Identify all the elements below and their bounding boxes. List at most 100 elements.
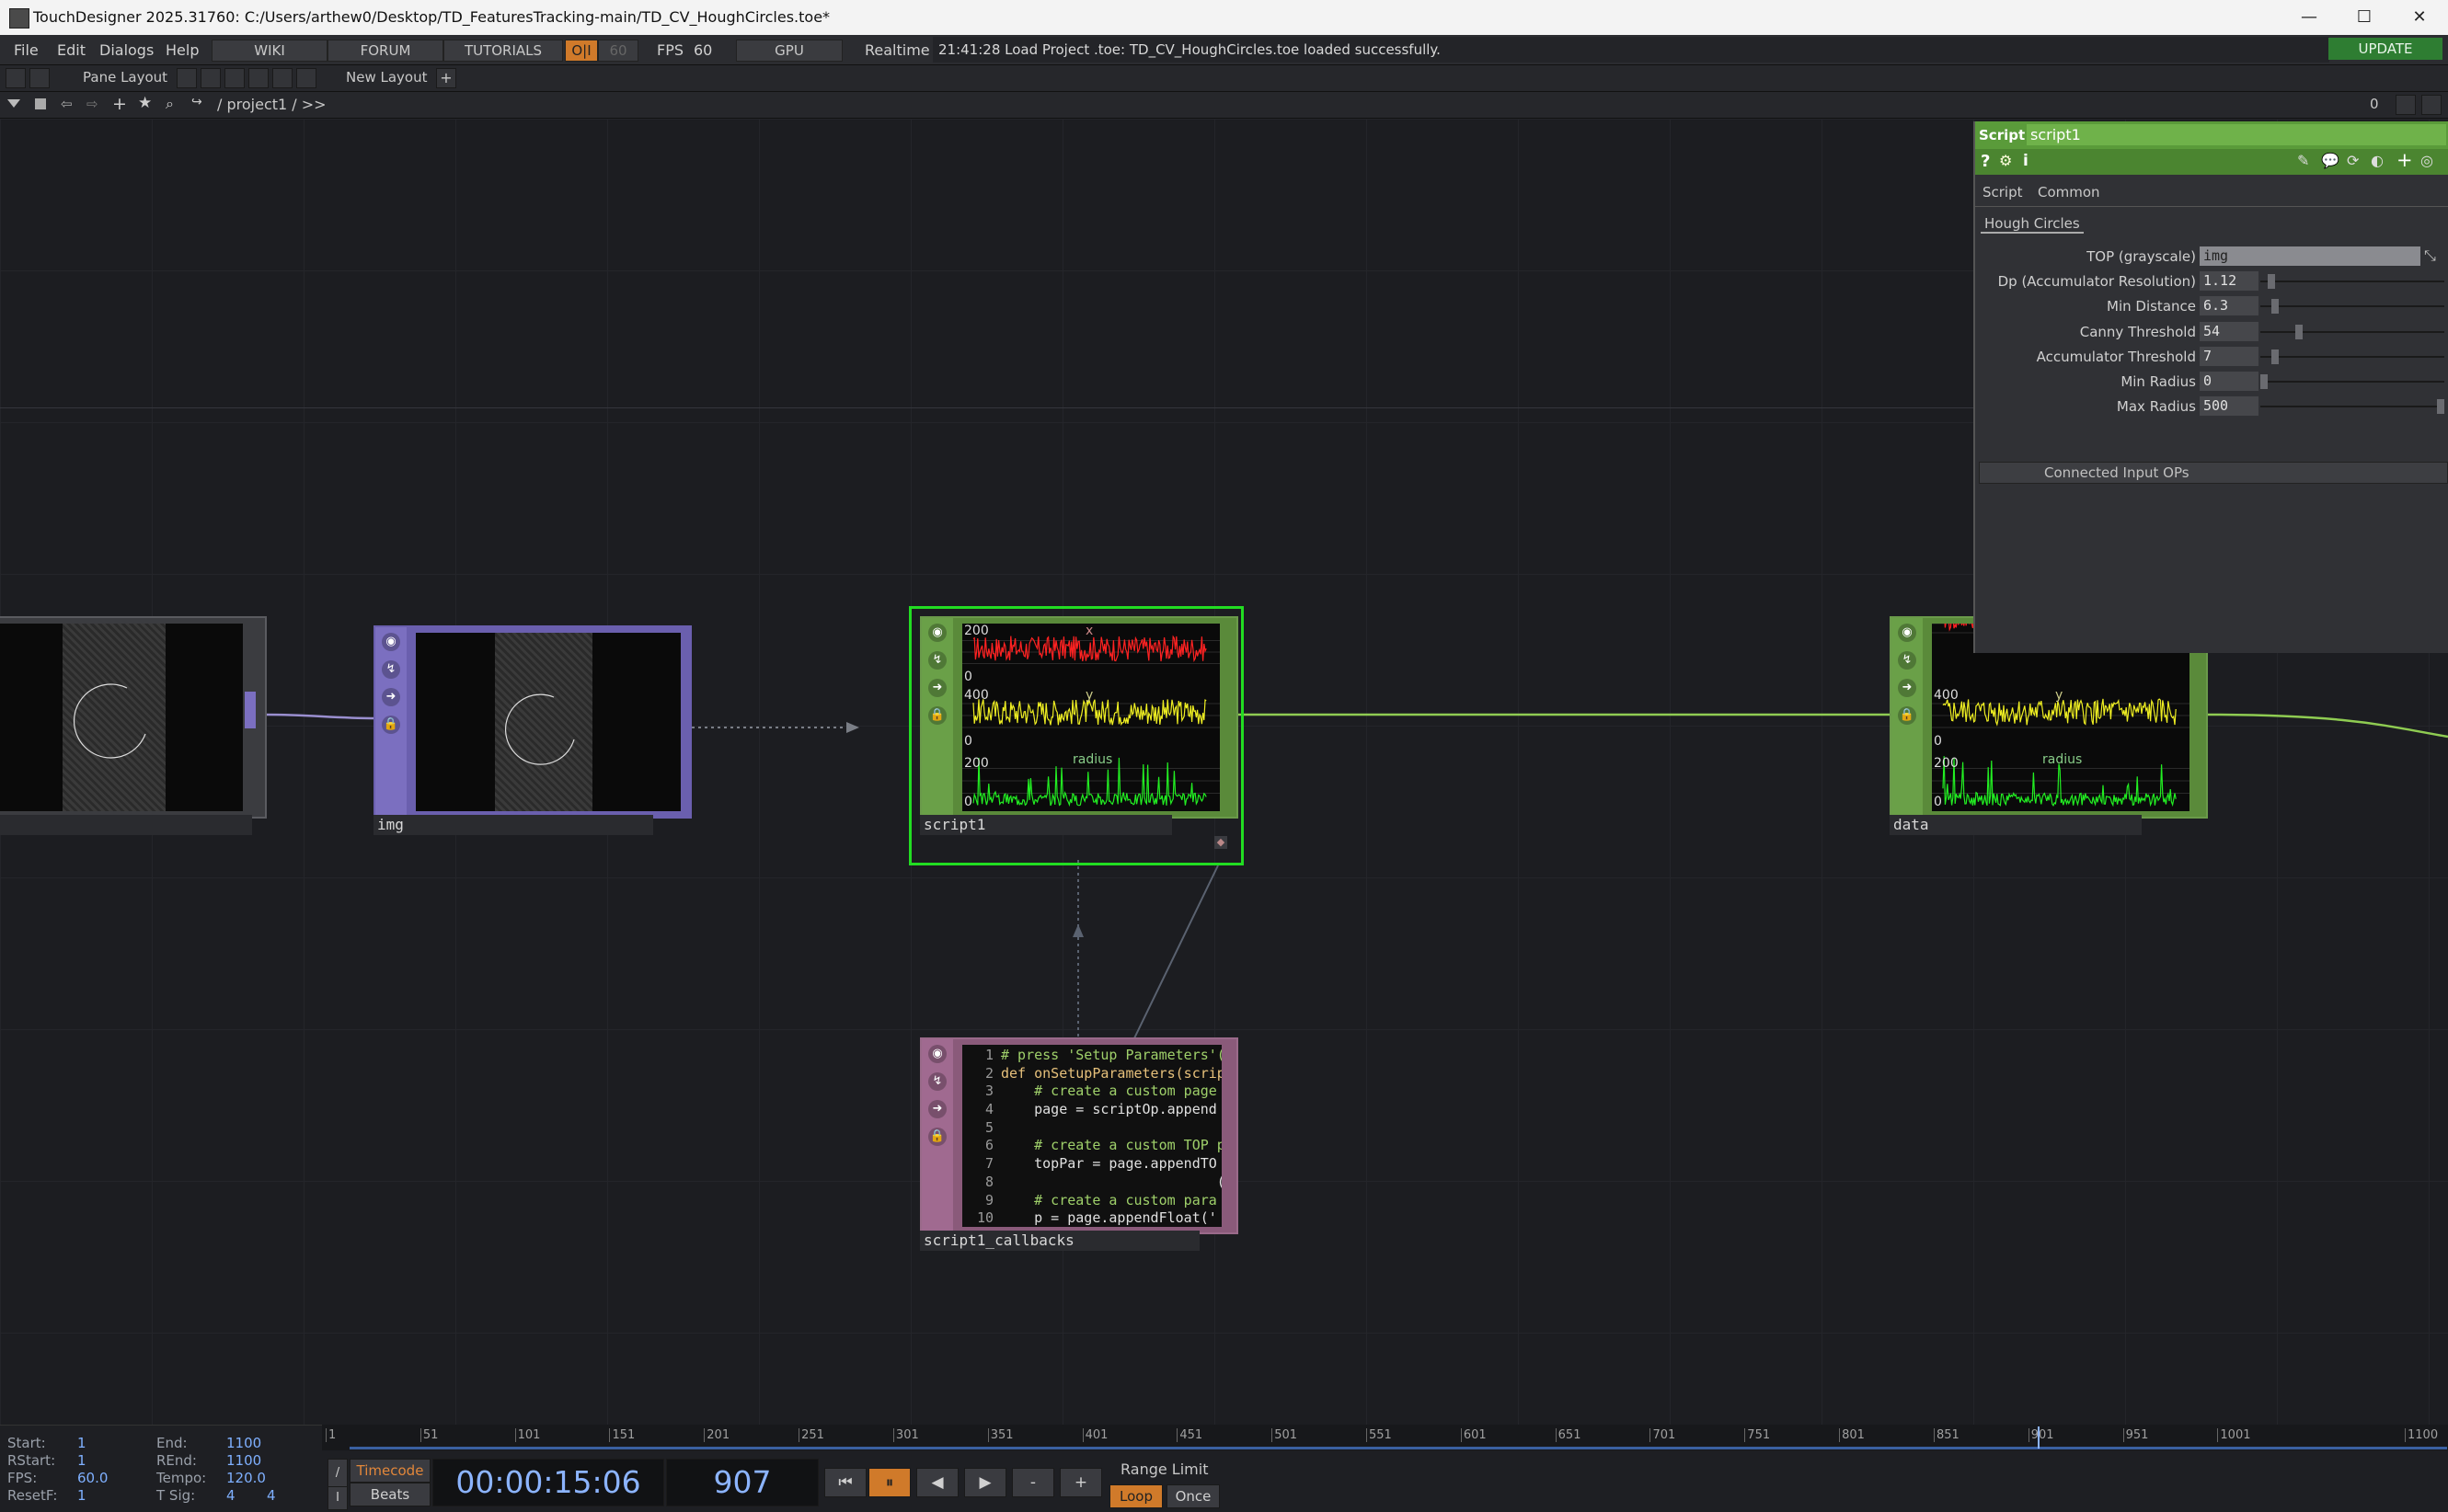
- menu-file[interactable]: File: [14, 41, 39, 59]
- param-value-field[interactable]: 500: [2200, 396, 2258, 417]
- script1-flag-icon[interactable]: ◆: [1214, 836, 1227, 849]
- refresh-icon[interactable]: ⟳: [2347, 152, 2359, 169]
- minimize-button[interactable]: —: [2281, 4, 2337, 31]
- menu-help[interactable]: Help: [166, 41, 199, 59]
- param-slider-knob[interactable]: [2437, 399, 2444, 415]
- fps-stat-value[interactable]: 60.0: [77, 1470, 108, 1486]
- param-slider[interactable]: [2260, 406, 2444, 408]
- lock-icon[interactable]: 🔒: [928, 1128, 947, 1146]
- menu-edit[interactable]: Edit: [57, 41, 86, 59]
- data-node-label[interactable]: data: [1890, 815, 2142, 835]
- param-slider-knob[interactable]: [2260, 374, 2268, 389]
- img-top-node[interactable]: ◉ ↯ ➜ 🔒: [374, 625, 692, 819]
- update-button[interactable]: UPDATE: [2328, 38, 2442, 60]
- help-icon[interactable]: ?: [1981, 152, 1990, 171]
- edit-icon[interactable]: ✎: [2297, 152, 2309, 169]
- maximize-pane-icon[interactable]: [2396, 95, 2416, 115]
- param-value-field[interactable]: 7: [2200, 346, 2258, 366]
- source-top-node[interactable]: [0, 616, 267, 819]
- lock-icon[interactable]: 🔒: [928, 706, 947, 725]
- timecode-button[interactable]: Timecode: [350, 1459, 431, 1483]
- add-icon[interactable]: +: [112, 94, 127, 114]
- op-picker-icon[interactable]: ⤡: [2424, 246, 2436, 265]
- maximize-button[interactable]: ☐: [2337, 4, 2392, 31]
- python-help-icon[interactable]: ⚙: [1999, 152, 2012, 169]
- loop-button[interactable]: Loop: [1109, 1484, 1163, 1508]
- frame-display[interactable]: 907: [666, 1459, 819, 1506]
- script1-chop-node[interactable]: ◉ ↯ ➜ 🔒 200 0 400 0 200 0 x y radius: [920, 616, 1238, 819]
- param-slider[interactable]: [2260, 281, 2444, 283]
- forward-icon[interactable]: ⇨: [86, 96, 98, 112]
- speed-down-button[interactable]: -: [1012, 1468, 1054, 1497]
- info-icon[interactable]: i: [2023, 152, 2029, 170]
- param-value-field[interactable]: 0: [2200, 372, 2258, 391]
- oi-toggle[interactable]: O|I: [565, 40, 598, 62]
- playhead[interactable]: [2038, 1426, 2040, 1449]
- resetf-value[interactable]: 1: [77, 1487, 86, 1504]
- step-back-button[interactable]: ◀: [916, 1468, 959, 1497]
- connected-ops-bar[interactable]: Connected Input OPs: [1979, 462, 2448, 484]
- tempo-value[interactable]: 120.0: [226, 1470, 266, 1486]
- tutorials-button[interactable]: TUTORIALS: [443, 40, 563, 62]
- callbacks-dat-node[interactable]: ◉ ↯ ➜ 🔒 1 2 3 4 5 6 7 8 9 10 # press 'Setup Param…: [920, 1037, 1238, 1234]
- export-arrow-icon[interactable]: ➜: [928, 1100, 947, 1118]
- layout-triple-icon[interactable]: [248, 68, 269, 88]
- python-icon[interactable]: ◐: [2371, 152, 2384, 169]
- param-value-field[interactable]: img: [2200, 246, 2420, 266]
- link-icon[interactable]: ↪: [191, 95, 202, 109]
- pane-menu-icon[interactable]: [2421, 95, 2442, 115]
- step-forward-button[interactable]: ▶: [964, 1468, 1006, 1497]
- rstart-value[interactable]: 1: [77, 1452, 86, 1469]
- favorite-star-icon[interactable]: ★: [138, 94, 152, 112]
- timeline-ruler[interactable]: 1 51 101 151 201 251 301 351 401 451 501 551 601 651 7…: [322, 1425, 2448, 1450]
- close-button[interactable]: ✕: [2392, 4, 2447, 31]
- layout-grid-icon[interactable]: [296, 68, 316, 88]
- viewer-toggle-icon[interactable]: ◉: [928, 624, 947, 642]
- timeline-toggle-icon[interactable]: /: [328, 1459, 348, 1488]
- param-slider[interactable]: [2260, 305, 2444, 308]
- param-slider[interactable]: [2260, 355, 2444, 358]
- param-slider-knob[interactable]: [2270, 349, 2279, 364]
- source-output-connector[interactable]: [245, 692, 256, 728]
- op-name-field[interactable]: script1: [2027, 124, 2446, 145]
- param-slider[interactable]: [2260, 330, 2444, 333]
- export-arrow-icon[interactable]: ➜: [928, 679, 947, 697]
- export-arrow-icon[interactable]: ➜: [1898, 679, 1916, 697]
- img-node-label[interactable]: img: [374, 815, 653, 835]
- viewer-toggle-icon[interactable]: ◉: [1898, 624, 1916, 642]
- tsig-denominator[interactable]: 4: [267, 1487, 276, 1504]
- wiki-button[interactable]: WIKI: [212, 40, 328, 62]
- rewind-button[interactable]: ⏮: [824, 1468, 867, 1497]
- end-value[interactable]: 1100: [226, 1435, 261, 1451]
- gpu-button[interactable]: GPU: [736, 40, 843, 62]
- layout-vsplit-icon[interactable]: [201, 68, 221, 88]
- add-layout-button[interactable]: +: [436, 68, 456, 88]
- timecode-display[interactable]: 00:00:15:06: [432, 1459, 664, 1506]
- beats-button[interactable]: Beats: [350, 1483, 431, 1506]
- bypass-icon[interactable]: ↯: [928, 651, 947, 670]
- lock-icon[interactable]: 🔒: [1898, 706, 1916, 725]
- search-icon[interactable]: ⌕: [166, 95, 174, 113]
- once-button[interactable]: Once: [1167, 1484, 1220, 1508]
- beats-toggle-icon[interactable]: I: [328, 1486, 348, 1510]
- tsig-numerator[interactable]: 4: [226, 1487, 236, 1504]
- network-path[interactable]: / project1 / >>: [217, 96, 327, 113]
- param-slider-knob[interactable]: [2267, 274, 2275, 290]
- new-layout-label[interactable]: New Layout: [346, 69, 427, 86]
- callbacks-node-label[interactable]: script1_callbacks: [920, 1231, 1200, 1251]
- script1-node-label[interactable]: script1: [920, 815, 1172, 835]
- back-icon[interactable]: ⇦: [61, 96, 73, 112]
- rend-value[interactable]: 1100: [226, 1452, 261, 1469]
- bypass-icon[interactable]: ↯: [382, 660, 400, 679]
- add-parameter-icon[interactable]: +: [2396, 149, 2413, 171]
- comment-icon[interactable]: 💬: [2321, 152, 2339, 169]
- lock-icon[interactable]: 🔒: [382, 716, 400, 734]
- tab-script[interactable]: Script: [1983, 184, 2023, 200]
- param-value-field[interactable]: 1.12: [2200, 271, 2258, 292]
- param-value-field[interactable]: 54: [2200, 321, 2258, 341]
- pane-home-icon[interactable]: [29, 68, 50, 88]
- layout-single-icon[interactable]: [177, 68, 197, 88]
- export-arrow-icon[interactable]: ➜: [382, 688, 400, 706]
- pane-split-icon[interactable]: [6, 68, 26, 88]
- bypass-icon[interactable]: ↯: [1898, 651, 1916, 670]
